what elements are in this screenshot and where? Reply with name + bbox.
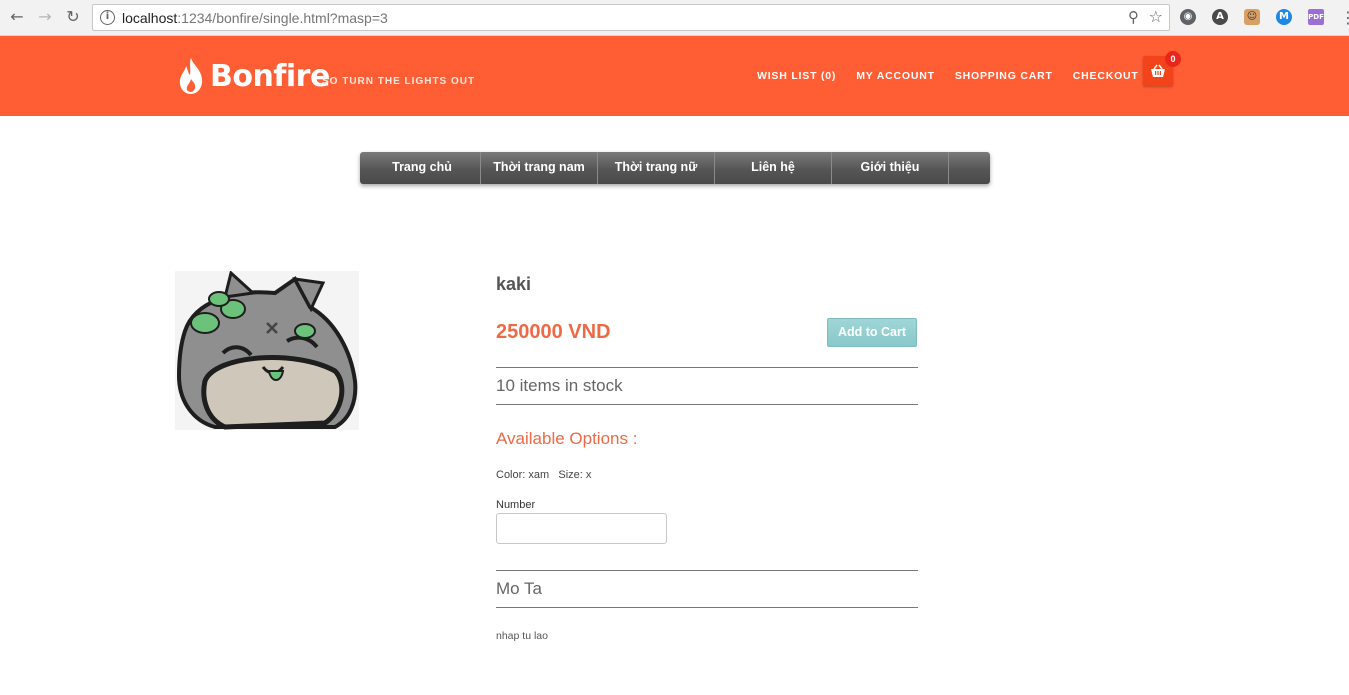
main-menu: Trang chủ Thời trang nam Thời trang nữ L… xyxy=(360,152,990,184)
divider xyxy=(496,367,918,368)
bookmark-star-icon[interactable]: ☆ xyxy=(1149,7,1163,26)
description-heading: Mo Ta xyxy=(496,579,542,598)
my-account-link[interactable]: MY ACCOUNT xyxy=(856,70,935,82)
address-bar[interactable]: i localhost:1234/bonfire/single.html?mas… xyxy=(92,4,1170,31)
info-icon[interactable]: i xyxy=(100,10,115,25)
size-value: x xyxy=(585,469,592,481)
shopping-cart-link[interactable]: SHOPPING CART xyxy=(955,70,1053,82)
cart-count-badge: 0 xyxy=(1165,51,1181,67)
menu-spacer xyxy=(949,152,990,184)
menu-item-about[interactable]: Giới thiệu xyxy=(832,152,949,184)
site-header: Bonfire SO TURN THE LIGHTS OUT WISH LIST… xyxy=(0,36,1349,116)
stock-status: 10 items in stock xyxy=(496,376,623,395)
options-values: Color: xam Size: x xyxy=(496,469,591,481)
product-name: kaki xyxy=(496,274,532,294)
account-links: WISH LIST (0) MY ACCOUNT SHOPPING CART C… xyxy=(757,70,1139,82)
divider xyxy=(496,607,918,608)
checkout-link[interactable]: CHECKOUT xyxy=(1073,70,1139,82)
back-arrow-icon[interactable]: ← xyxy=(6,6,28,28)
extension-pdf-icon[interactable]: PDF xyxy=(1308,9,1324,25)
divider xyxy=(496,404,918,405)
brand-name: Bonfire xyxy=(210,58,330,94)
cat-illustration xyxy=(175,271,359,430)
color-label: Color: xyxy=(496,469,526,481)
product-price: 250000 VND xyxy=(496,321,611,343)
basket-icon xyxy=(1151,64,1165,77)
product-image[interactable] xyxy=(175,271,359,430)
url-text[interactable]: localhost:1234/bonfire/single.html?masp=… xyxy=(122,10,388,26)
description-text: nhap tu lao xyxy=(496,630,548,642)
number-label: Number xyxy=(496,499,536,511)
divider xyxy=(496,570,918,571)
browser-menu-icon[interactable]: ⋮ xyxy=(1340,8,1349,27)
extension-face-icon[interactable]: ☺ xyxy=(1244,9,1260,25)
browser-toolbar: ← → ↻ i localhost:1234/bonfire/single.ht… xyxy=(0,0,1349,36)
reload-icon[interactable]: ↻ xyxy=(62,6,84,28)
menu-item-women-fashion[interactable]: Thời trang nữ xyxy=(598,152,715,184)
forward-arrow-icon[interactable]: → xyxy=(34,6,56,28)
flame-icon xyxy=(179,58,203,94)
color-value: xam xyxy=(528,469,550,481)
tagline: SO TURN THE LIGHTS OUT xyxy=(322,76,476,87)
size-label: Size: xyxy=(558,469,583,481)
brand-logo[interactable]: Bonfire xyxy=(176,55,330,97)
menu-item-contact[interactable]: Liên hệ xyxy=(715,152,832,184)
add-to-cart-button[interactable]: Add to Cart xyxy=(827,318,917,347)
wish-list-link[interactable]: WISH LIST (0) xyxy=(757,70,836,82)
url-host: localhost xyxy=(122,10,178,26)
extension-a-icon[interactable]: A xyxy=(1212,9,1228,25)
zoom-icon[interactable]: ⚲ xyxy=(1128,8,1139,26)
menu-item-men-fashion[interactable]: Thời trang nam xyxy=(481,152,598,184)
url-path: :1234/bonfire/single.html?masp=3 xyxy=(177,10,388,26)
menu-item-home[interactable]: Trang chủ xyxy=(364,152,481,184)
extension-eye-icon[interactable]: ◉ xyxy=(1180,9,1196,25)
extension-m-icon[interactable]: M xyxy=(1276,9,1292,25)
options-heading: Available Options : xyxy=(496,429,638,448)
quantity-input[interactable] xyxy=(496,513,667,544)
